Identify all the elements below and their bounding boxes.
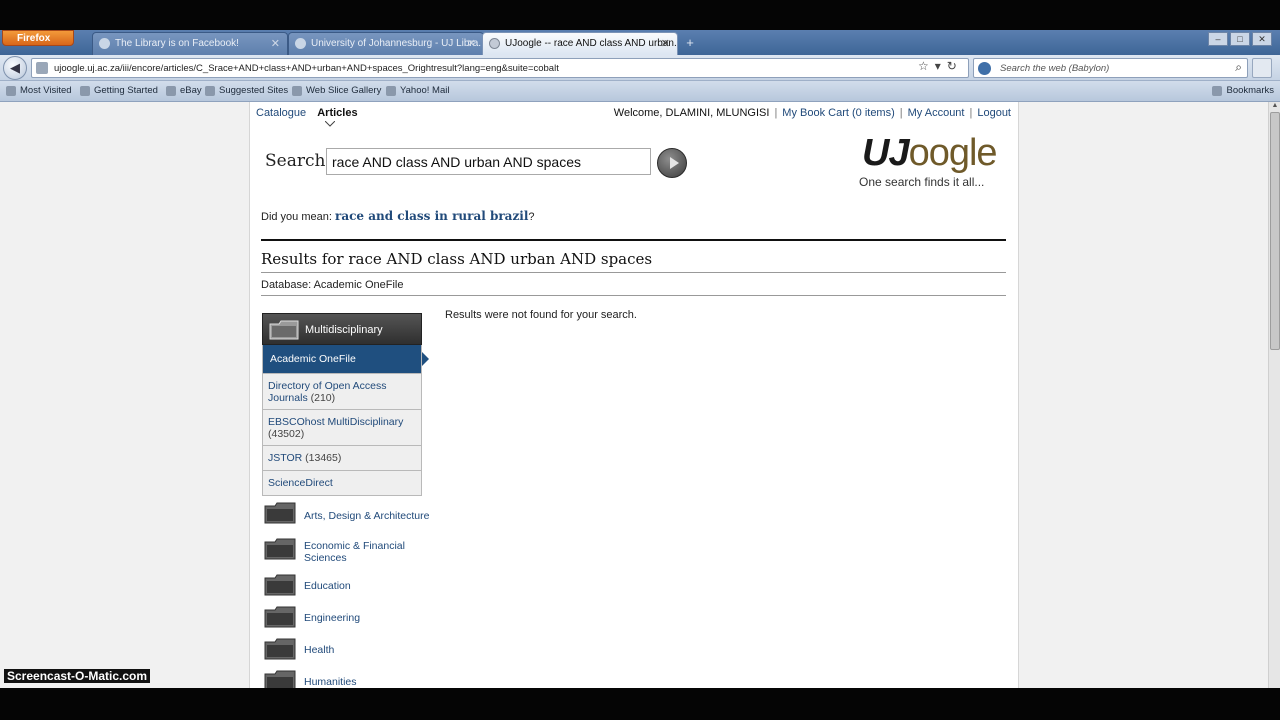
web-search-input[interactable]: Search the web (Babylon) ⌕ — [973, 58, 1248, 78]
new-tab-button[interactable]: + — [680, 35, 700, 52]
vertical-scrollbar[interactable]: ▲ — [1268, 102, 1280, 688]
facet-item-academic-onefile[interactable]: Academic OneFile — [262, 345, 429, 374]
facet-item-doaj[interactable]: Directory of Open Access Journals (210) — [262, 374, 422, 410]
divider — [261, 295, 1006, 296]
category-education[interactable]: Education — [262, 570, 432, 602]
divider — [261, 272, 1006, 273]
tab-label: University of Johannesburg - UJ Libra... — [311, 38, 484, 49]
addon-icon[interactable] — [1252, 58, 1272, 78]
url-bar[interactable]: ujoogle.uj.ac.za/iii/encore/articles/C_S… — [31, 58, 969, 78]
bookmarks-menu[interactable]: Bookmarks — [1212, 85, 1274, 96]
tab-label: The Library is on Facebook! — [115, 38, 239, 49]
tab-bar: Firefox The Library is on Facebook! ✕ Un… — [0, 30, 1280, 55]
close-icon[interactable]: ✕ — [467, 37, 476, 50]
nav-articles[interactable]: Articles — [317, 107, 357, 119]
close-icon[interactable]: ✕ — [271, 37, 280, 50]
window-controls: – □ ✕ — [1208, 32, 1272, 46]
bookmark-web-slice-gallery[interactable]: Web Slice Gallery — [292, 85, 381, 96]
user-links: Welcome, DLAMINI, MLUNGISI | My Book Cart … — [613, 107, 1011, 119]
maximize-icon[interactable]: □ — [1230, 32, 1250, 46]
minimize-icon[interactable]: – — [1208, 32, 1228, 46]
results-title: Results for race AND class AND urban AND… — [261, 250, 653, 268]
search-go-button[interactable] — [657, 148, 687, 178]
database-label: Database: Academic OneFile — [261, 279, 404, 291]
active-tab-caret-icon — [325, 121, 335, 127]
close-window-icon[interactable]: ✕ — [1252, 32, 1272, 46]
site-nav: Catalogue Articles — [256, 107, 366, 119]
nav-catalogue[interactable]: Catalogue — [256, 107, 306, 119]
category-arts[interactable]: Arts, Design & Architecture — [262, 498, 432, 534]
tagline: One search finds it all... — [859, 175, 985, 189]
facet-item-jstor[interactable]: JSTOR (13465) — [262, 446, 422, 471]
tab-label: UJoogle -- race AND class AND urban... — [505, 38, 678, 49]
folder-icon — [264, 670, 296, 688]
did-you-mean-link[interactable]: race and class in rural brazil — [335, 209, 528, 223]
logout-link[interactable]: Logout — [977, 107, 1011, 119]
folder-icon — [264, 502, 296, 524]
category-economic[interactable]: Economic & Financial Sciences — [262, 534, 432, 570]
favicon-icon — [489, 38, 500, 49]
search-input[interactable] — [326, 148, 651, 175]
bottom-letterbox — [0, 688, 1280, 720]
screencast-watermark: Screencast-O-Matic.com — [4, 669, 151, 683]
welcome-text: Welcome, DLAMINI, MLUNGISI — [613, 107, 770, 119]
facet-item-ebscohost[interactable]: EBSCOhost MultiDisciplinary (43502) — [262, 410, 422, 446]
search-icon[interactable]: ⌕ — [1235, 60, 1242, 75]
star-icon[interactable]: ☆ — [918, 59, 935, 73]
tab-ujoogle[interactable]: UJoogle -- race AND class AND urban... ✕ — [482, 32, 678, 55]
tab-facebook[interactable]: The Library is on Facebook! ✕ — [92, 32, 288, 55]
scroll-up-icon[interactable]: ▲ — [1270, 102, 1280, 112]
favicon-icon — [99, 38, 110, 49]
my-account-link[interactable]: My Account — [908, 107, 965, 119]
category-list: Arts, Design & Architecture Economic & F… — [262, 498, 432, 688]
category-humanities[interactable]: Humanities — [262, 666, 432, 688]
search-placeholder: Search the web (Babylon) — [1000, 63, 1110, 74]
facet-item-sciencedirect[interactable]: ScienceDirect — [262, 471, 422, 496]
bookmark-yahoo-mail[interactable]: Yahoo! Mail — [386, 85, 449, 96]
search-label: Search — [265, 151, 326, 171]
category-engineering[interactable]: Engineering — [262, 602, 432, 634]
folder-icon — [264, 606, 296, 628]
folder-icon — [264, 538, 296, 560]
bookmark-getting-started[interactable]: Getting Started — [80, 85, 158, 96]
site-identity-icon[interactable] — [36, 62, 48, 74]
reload-icon[interactable]: ↻ — [947, 59, 963, 73]
dropdown-icon[interactable]: ▾ — [935, 59, 947, 73]
did-you-mean: Did you mean: race and class in rural br… — [261, 209, 535, 223]
top-letterbox — [0, 0, 1280, 30]
bookmarks-toolbar: Most Visited Getting Started eBay Sugges… — [0, 81, 1280, 102]
search-engine-icon[interactable] — [978, 62, 991, 75]
category-health[interactable]: Health — [262, 634, 432, 666]
favicon-icon — [295, 38, 306, 49]
close-icon[interactable]: ✕ — [661, 37, 670, 50]
page-content: Catalogue Articles Welcome, DLAMINI, MLU… — [249, 102, 1019, 688]
folder-icon — [269, 320, 299, 340]
bookmark-ebay[interactable]: eBay — [166, 85, 202, 96]
ujoogle-logo: UJoogle — [862, 132, 998, 174]
firefox-menu-button[interactable]: Firefox — [2, 30, 74, 46]
url-tools: ☆▾↻ — [918, 59, 963, 73]
facet-header[interactable]: Multidisciplinary — [262, 313, 422, 345]
back-arrow-icon[interactable]: ◀ — [3, 56, 27, 80]
divider — [261, 239, 1006, 241]
book-cart-link[interactable]: My Book Cart (0 items) — [782, 107, 894, 119]
bookmark-most-visited[interactable]: Most Visited — [6, 85, 72, 96]
no-results-message: Results were not found for your search. — [445, 309, 637, 321]
navigation-bar: ◀ ujoogle.uj.ac.za/iii/encore/articles/C… — [0, 55, 1280, 81]
url-text: ujoogle.uj.ac.za/iii/encore/articles/C_S… — [54, 63, 559, 74]
folder-icon — [264, 574, 296, 596]
database-facet: Multidisciplinary Academic OneFile Direc… — [262, 313, 429, 496]
page-viewport: Catalogue Articles Welcome, DLAMINI, MLU… — [0, 102, 1268, 688]
tab-uj-library[interactable]: University of Johannesburg - UJ Libra...… — [288, 32, 484, 55]
bookmark-suggested-sites[interactable]: Suggested Sites — [205, 85, 288, 96]
scrollbar-thumb[interactable] — [1270, 112, 1280, 350]
folder-icon — [264, 638, 296, 660]
